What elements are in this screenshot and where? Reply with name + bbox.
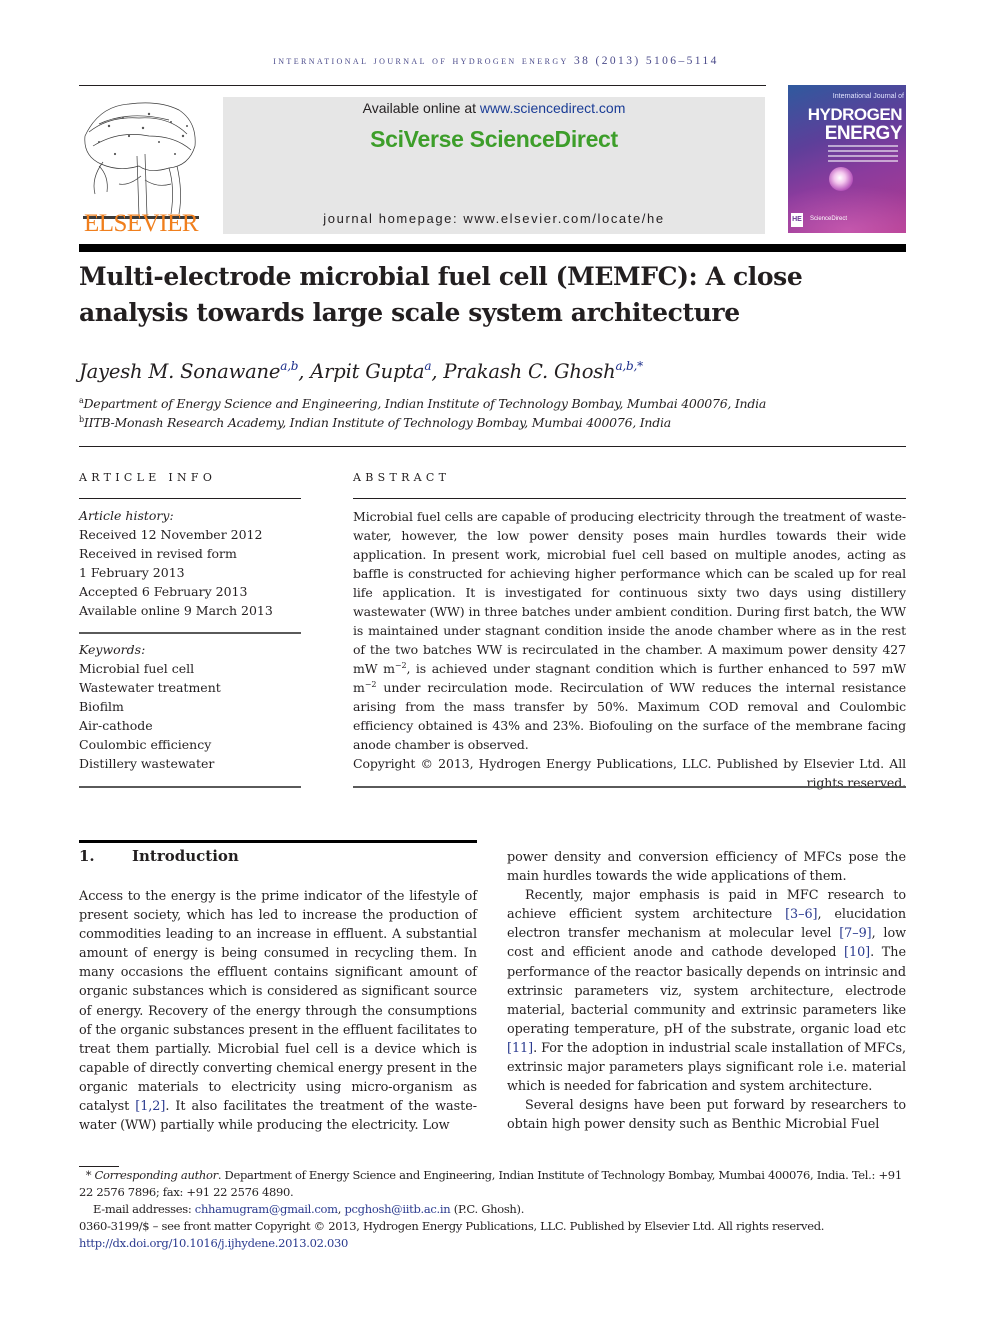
citation-link[interactable]: [11] bbox=[507, 1041, 533, 1056]
cover-editor-lines bbox=[828, 145, 898, 165]
available-online-line: Available online at www.sciencedirect.co… bbox=[223, 100, 765, 116]
affiliation-text: IITB-Monash Research Academy, Indian Ins… bbox=[83, 415, 671, 430]
available-online-label: Available online at bbox=[362, 100, 480, 116]
citation-link[interactable]: [1,2] bbox=[135, 1099, 165, 1114]
keyword-item: Biofilm bbox=[79, 699, 124, 714]
email-note: E-mail addresses: chhamugram@gmail.com, … bbox=[79, 1201, 909, 1218]
footnotes: * Corresponding author. Department of En… bbox=[79, 1167, 909, 1252]
paragraph: power density and conversion efficiency … bbox=[507, 850, 906, 885]
keyword-item: Distillery wastewater bbox=[79, 756, 215, 771]
corresponding-author-label: Corresponding author bbox=[94, 1168, 219, 1182]
email-label: E-mail addresses: bbox=[93, 1202, 195, 1216]
article-info-heading: ARTICLE INFO bbox=[79, 471, 217, 484]
issn-line: 0360-3199/$ – see front matter Copyright… bbox=[79, 1219, 825, 1233]
footnote-star: * bbox=[85, 1168, 92, 1182]
abstract-text: Microbial fuel cells are capable of prod… bbox=[353, 507, 906, 754]
abstract-superscript: −2 bbox=[364, 680, 377, 689]
author-list: Jayesh M. Sonawanea,b, Arpit Guptaa, Pra… bbox=[79, 360, 643, 383]
keyword-item: Wastewater treatment bbox=[79, 680, 221, 695]
author-affil-mark[interactable]: a,b bbox=[280, 359, 298, 373]
citation-link[interactable]: [3–6] bbox=[785, 907, 817, 922]
running-head: International Journal of Hydrogen Energy… bbox=[273, 55, 719, 67]
sciverse-sciencedirect-logo: SciVerse ScienceDirect bbox=[370, 126, 618, 152]
email-link[interactable]: chhamugram@gmail.com bbox=[195, 1202, 338, 1216]
abstract-rule bbox=[353, 498, 906, 499]
history-item: 1 February 2013 bbox=[79, 565, 185, 580]
keywords-label: Keywords: bbox=[79, 642, 146, 657]
paragraph: Access to the energy is the prime indica… bbox=[79, 887, 477, 1135]
cover-glow bbox=[788, 185, 906, 233]
authors-divider bbox=[79, 446, 906, 447]
body-column-left: Access to the energy is the prime indica… bbox=[79, 887, 477, 1135]
affiliation-text: Department of Energy Science and Enginee… bbox=[83, 396, 767, 411]
history-item: Available online 9 March 2013 bbox=[79, 603, 273, 618]
journal-homepage[interactable]: journal homepage: www.elsevier.com/locat… bbox=[223, 211, 765, 226]
article-info-rule bbox=[79, 498, 301, 499]
affiliation-b: bIITB-Monash Research Academy, Indian In… bbox=[79, 415, 671, 430]
keyword-item: Air-cathode bbox=[79, 718, 153, 733]
introduction-rule bbox=[79, 840, 477, 843]
article-title: Multi-electrode microbial fuel cell (MEM… bbox=[79, 262, 803, 327]
abstract-segment: Microbial fuel cells are capable of prod… bbox=[353, 509, 906, 676]
sciencedirect-link[interactable]: www.sciencedirect.com bbox=[480, 100, 626, 116]
email-link[interactable]: pcghosh@iitb.ac.in bbox=[344, 1202, 450, 1216]
top-rule bbox=[79, 85, 766, 86]
abstract-heading: ABSTRACT bbox=[353, 471, 451, 484]
cover-he-badge: HE bbox=[791, 213, 803, 227]
history-item: Received in revised form bbox=[79, 546, 237, 561]
abstract-body: Microbial fuel cells are capable of prod… bbox=[353, 507, 906, 792]
paragraph: Recently, major emphasis is paid in MFC … bbox=[507, 886, 906, 1096]
author-sep: , bbox=[431, 360, 444, 383]
section-number: 1. bbox=[79, 847, 95, 865]
article-history: Article history: Received 12 November 20… bbox=[79, 506, 301, 620]
abstract-end-rule bbox=[353, 786, 906, 788]
elsevier-wordmark: ELSEVIER bbox=[83, 210, 199, 237]
keyword-item: Microbial fuel cell bbox=[79, 661, 195, 676]
abstract-segment: under recirculation mode. Recirculation … bbox=[353, 680, 906, 752]
paragraph-text: . For the adoption in industrial scale i… bbox=[507, 1040, 906, 1095]
keyword-item: Coulombic efficiency bbox=[79, 737, 212, 752]
header-thick-rule bbox=[79, 244, 906, 252]
author-name: Arpit Gupta bbox=[310, 360, 425, 383]
article-history-label: Article history: bbox=[79, 508, 174, 523]
paragraph-text: Access to the energy is the prime indica… bbox=[79, 889, 477, 1115]
cover-orb-icon bbox=[829, 167, 853, 191]
author-affil-mark[interactable]: a,b,* bbox=[615, 359, 643, 373]
citation-link[interactable]: [7–9] bbox=[839, 926, 871, 941]
section-title: Introduction bbox=[132, 847, 239, 865]
journal-cover: International Journal of HYDROGEN ENERGY… bbox=[788, 85, 906, 233]
author-name: Prakash C. Ghosh bbox=[443, 360, 616, 383]
cover-sciencedirect-mark: ScienceDirect bbox=[810, 216, 848, 222]
keywords: Keywords: Microbial fuel cell Wastewater… bbox=[79, 640, 301, 773]
abstract-superscript: −2 bbox=[394, 661, 407, 670]
email-owner: (P.C. Ghosh). bbox=[450, 1202, 525, 1216]
introduction-heading: 1. Introduction bbox=[79, 847, 239, 865]
history-item: Accepted 6 February 2013 bbox=[79, 584, 248, 599]
paragraph: Several designs have been put forward by… bbox=[507, 1098, 906, 1133]
author-name: Jayesh M. Sonawane bbox=[79, 360, 281, 383]
corresponding-author-note: * Corresponding author. Department of En… bbox=[79, 1167, 909, 1201]
citation-link[interactable]: [10] bbox=[844, 945, 870, 960]
affiliation-a: aDepartment of Energy Science and Engine… bbox=[79, 396, 766, 411]
doi-link[interactable]: http://dx.doi.org/10.1016/j.ijhydene.201… bbox=[79, 1236, 348, 1250]
author-sep: , bbox=[298, 360, 311, 383]
cover-subtitle: International Journal of bbox=[832, 93, 904, 100]
history-keywords-divider bbox=[79, 632, 301, 634]
cover-title-energy: ENERGY bbox=[824, 123, 903, 144]
history-item: Received 12 November 2012 bbox=[79, 527, 263, 542]
cover-title-hydrogen: HYDROGEN bbox=[807, 105, 903, 124]
body-column-right: power density and conversion efficiency … bbox=[507, 848, 906, 1134]
keywords-end-rule bbox=[79, 786, 301, 788]
